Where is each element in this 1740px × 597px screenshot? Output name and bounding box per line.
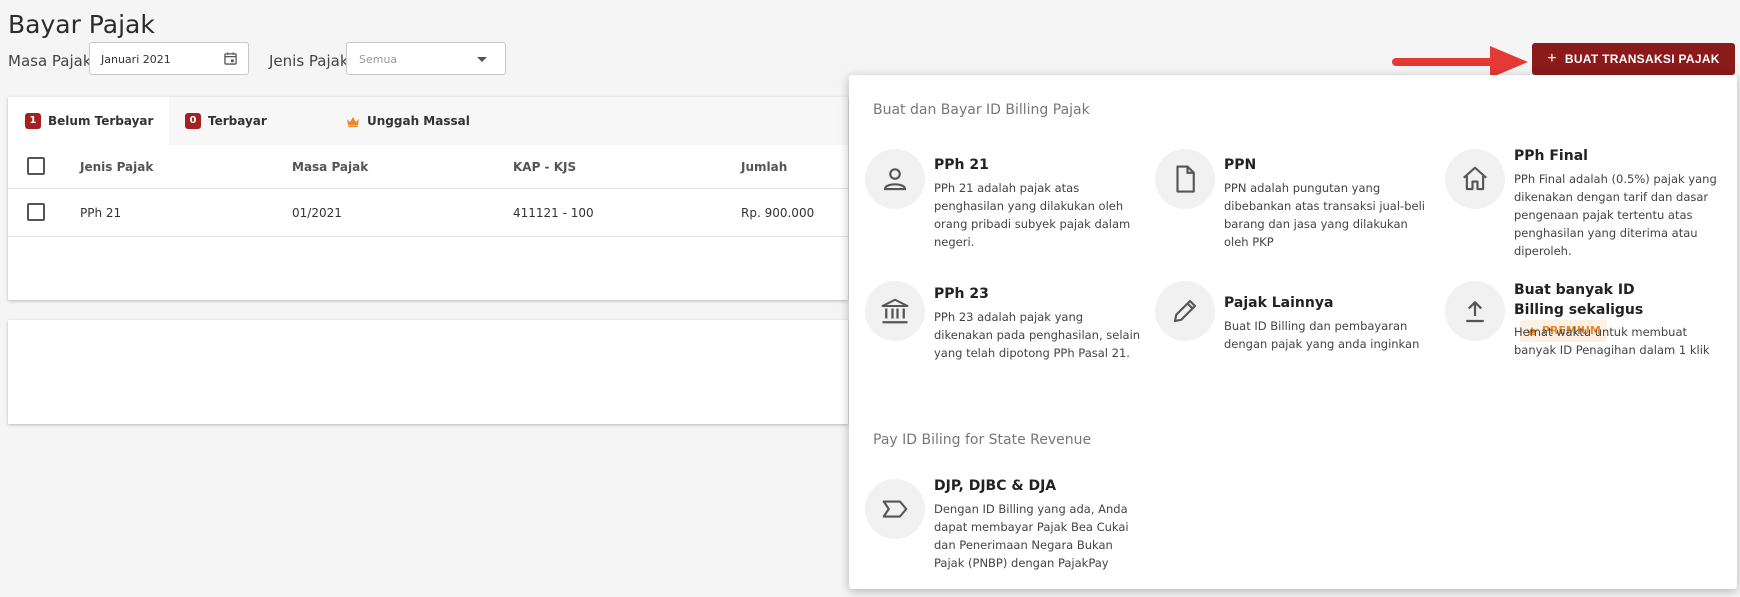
count-badge: 1 bbox=[25, 113, 41, 129]
column-header-kap-kjs[interactable]: KAP - KJS bbox=[513, 160, 576, 174]
tab-belum-terbayar[interactable]: 1 Belum Terbayar bbox=[8, 97, 169, 145]
crown-icon bbox=[347, 116, 359, 127]
option-djp-djbc-dja[interactable]: DJP, DJBC & DJA Dengan ID Billing yang a… bbox=[865, 478, 1145, 570]
option-title: PPh 23 bbox=[934, 286, 989, 302]
upload-icon bbox=[1445, 281, 1505, 341]
tab-label: Terbayar bbox=[208, 114, 267, 128]
option-desc: Dengan ID Billing yang ada, Anda dapat m… bbox=[934, 502, 1129, 570]
column-header-masa-pajak[interactable]: Masa Pajak bbox=[292, 160, 368, 174]
label-arrow-icon bbox=[865, 479, 925, 539]
option-title: PPh Final bbox=[1514, 148, 1588, 164]
cell-jumlah: Rp. 900.000 bbox=[741, 206, 815, 220]
option-title-text: Buat banyak ID Billing sekaligus bbox=[1514, 282, 1644, 318]
calendar-icon[interactable] bbox=[224, 52, 237, 65]
plus-icon: + bbox=[1547, 50, 1557, 67]
option-ppn[interactable]: PPN PPN adalah pungutan yang dibebankan … bbox=[1155, 149, 1435, 249]
tab-label: Unggah Massal bbox=[367, 114, 470, 128]
masa-pajak-date-input[interactable]: Januari 2021 bbox=[89, 42, 249, 75]
option-desc: PPh Final adalah (0.5%) pajak yang diken… bbox=[1514, 172, 1717, 258]
row-checkbox[interactable] bbox=[27, 203, 45, 221]
buat-transaksi-pajak-button[interactable]: + BUAT TRANSAKSI PAJAK bbox=[1532, 43, 1735, 75]
secondary-card bbox=[8, 320, 848, 424]
option-title: PPN bbox=[1224, 157, 1257, 173]
page-title: Bayar Pajak bbox=[8, 10, 155, 39]
masa-pajak-label: Masa Pajak bbox=[8, 52, 92, 70]
jenis-pajak-select[interactable]: Semua bbox=[346, 42, 506, 75]
button-label: BUAT TRANSAKSI PAJAK bbox=[1564, 52, 1720, 66]
document-icon bbox=[1155, 149, 1215, 209]
cell-masa-pajak: 01/2021 bbox=[292, 206, 342, 220]
chevron-down-icon bbox=[477, 57, 487, 62]
column-header-jumlah[interactable]: Jumlah bbox=[741, 160, 787, 174]
tab-terbayar[interactable]: 0 Terbayar bbox=[185, 97, 267, 145]
count-badge: 0 bbox=[185, 113, 201, 129]
jenis-pajak-placeholder: Semua bbox=[359, 53, 398, 66]
option-desc: PPh 23 adalah pajak yang dikenakan pada … bbox=[934, 310, 1141, 360]
option-title: DJP, DJBC & DJA bbox=[934, 478, 1057, 494]
bank-icon bbox=[865, 281, 925, 341]
select-all-checkbox[interactable] bbox=[27, 157, 45, 175]
option-desc: Hemat waktu untuk membuat banyak ID Pena… bbox=[1514, 325, 1710, 357]
section-title-billing: Buat dan Bayar ID Billing Pajak bbox=[873, 102, 1090, 118]
table-row[interactable]: PPh 21 01/2021 411121 - 100 Rp. 900.000 bbox=[8, 189, 848, 237]
option-title: PPh 21 bbox=[934, 157, 989, 173]
option-pph-final[interactable]: PPh Final PPh Final adalah (0.5%) pajak … bbox=[1445, 148, 1725, 258]
tab-label: Belum Terbayar bbox=[48, 114, 154, 128]
tab-unggah-massal[interactable]: Unggah Massal bbox=[346, 97, 470, 145]
option-title: Pajak Lainnya bbox=[1224, 295, 1334, 311]
table-header: Jenis Pajak Masa Pajak KAP - KJS Jumlah bbox=[8, 145, 848, 189]
person-icon bbox=[865, 149, 925, 209]
option-pph23[interactable]: PPh 23 PPh 23 adalah pajak yang dikenaka… bbox=[865, 281, 1145, 361]
masa-pajak-value: Januari 2021 bbox=[101, 53, 171, 66]
option-pph21[interactable]: PPh 21 PPh 21 adalah pajak atas penghasi… bbox=[865, 149, 1145, 249]
section-title-state-revenue: Pay ID Biling for State Revenue bbox=[873, 432, 1092, 448]
cell-kap-kjs: 411121 - 100 bbox=[513, 206, 594, 220]
option-desc: PPh 21 adalah pajak atas penghasilan yan… bbox=[934, 181, 1131, 249]
column-header-jenis-pajak[interactable]: Jenis Pajak bbox=[80, 160, 153, 174]
option-pajak-lainnya[interactable]: Pajak Lainnya Buat ID Billing dan pembay… bbox=[1155, 281, 1435, 351]
home-icon bbox=[1445, 149, 1505, 209]
jenis-pajak-label: Jenis Pajak bbox=[269, 52, 349, 70]
option-buat-banyak-id-billing[interactable]: Buat banyak ID Billing sekaligus PREMIUM… bbox=[1445, 281, 1725, 361]
transactions-card: 1 Belum Terbayar 0 Terbayar Unggah Massa… bbox=[8, 97, 848, 300]
option-desc: PPN adalah pungutan yang dibebankan atas… bbox=[1224, 181, 1425, 249]
tab-strip bbox=[169, 97, 848, 145]
option-desc: Buat ID Billing dan pembayaran dengan pa… bbox=[1224, 319, 1420, 351]
cell-jenis-pajak: PPh 21 bbox=[80, 206, 122, 220]
pencil-icon bbox=[1155, 281, 1215, 341]
create-transaction-dropdown: Buat dan Bayar ID Billing Pajak PPh 21 P… bbox=[849, 75, 1737, 589]
